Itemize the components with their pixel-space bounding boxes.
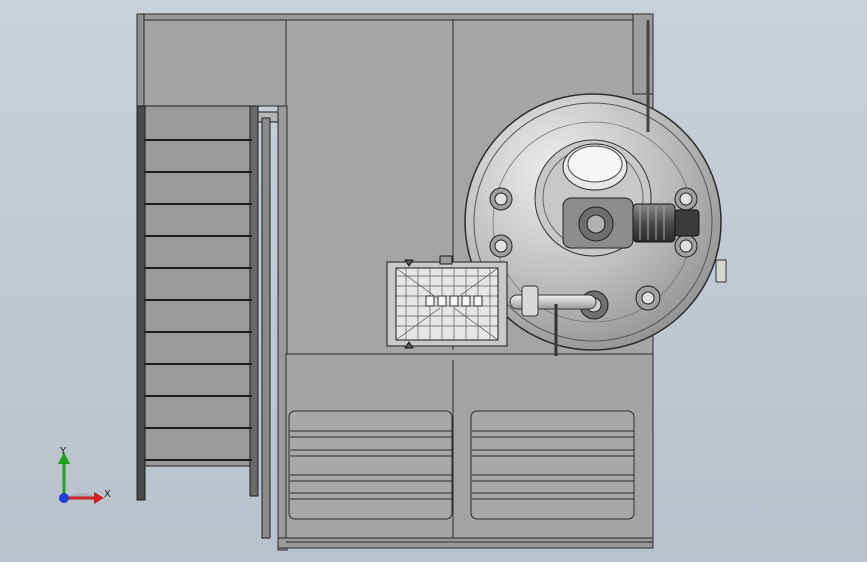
screening-hopper[interactable] <box>386 255 508 349</box>
coordinate-triad: Y X <box>58 446 111 504</box>
x-axis-label: X <box>104 489 111 500</box>
cad-viewport[interactable]: Y X <box>0 0 867 562</box>
y-axis-label: Y <box>59 446 67 457</box>
x-axis-arrow <box>94 492 104 504</box>
staircase[interactable] <box>136 105 279 539</box>
panel-right[interactable] <box>470 410 635 520</box>
z-axis-dot <box>59 493 69 503</box>
panel-left[interactable] <box>288 410 453 520</box>
